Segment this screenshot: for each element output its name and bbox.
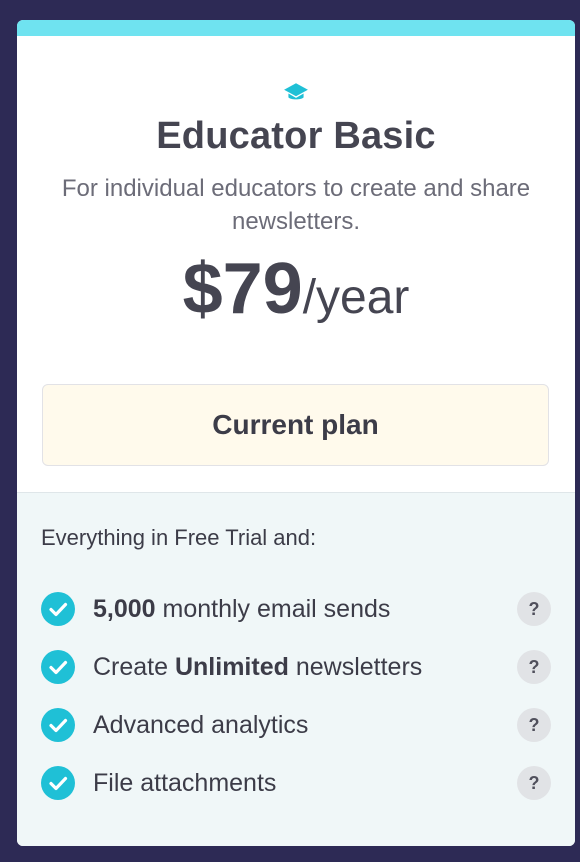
plan-description: For individual educators to create and s… xyxy=(61,175,531,235)
price-period: /year xyxy=(302,271,410,324)
plan-price: $79/year xyxy=(17,248,575,330)
plan-card: Educator Basic For individual educators … xyxy=(17,20,575,846)
plan-title: Educator Basic xyxy=(156,115,436,157)
feature-label: Create Unlimited newsletters xyxy=(93,652,423,681)
features-section: Everything in Free Trial and: 5,000 mont… xyxy=(17,492,575,846)
graduation-cap-icon xyxy=(284,83,308,100)
feature-item-unlimited-newsletters: Create Unlimited newsletters ? xyxy=(41,647,551,687)
price-amount: $79 xyxy=(182,249,303,329)
feature-item-file-attachments: File attachments ? xyxy=(41,763,551,803)
feature-label: Advanced analytics xyxy=(93,710,309,739)
feature-label: 5,000 monthly email sends xyxy=(93,594,391,623)
check-circle-icon xyxy=(41,592,75,626)
check-circle-icon xyxy=(41,708,75,742)
features-intro: Everything in Free Trial and: xyxy=(41,525,317,550)
plan-header: Educator Basic For individual educators … xyxy=(17,36,575,330)
help-icon[interactable]: ? xyxy=(517,708,551,742)
feature-item-email-sends: 5,000 monthly email sends ? xyxy=(41,589,551,629)
check-circle-icon xyxy=(41,766,75,800)
feature-label: File attachments xyxy=(93,768,277,797)
help-icon[interactable]: ? xyxy=(517,766,551,800)
help-icon[interactable]: ? xyxy=(517,592,551,626)
plan-accent-bar xyxy=(17,20,575,36)
help-icon[interactable]: ? xyxy=(517,650,551,684)
feature-item-advanced-analytics: Advanced analytics ? xyxy=(41,705,551,745)
current-plan-button[interactable]: Current plan xyxy=(42,384,549,466)
check-circle-icon xyxy=(41,650,75,684)
